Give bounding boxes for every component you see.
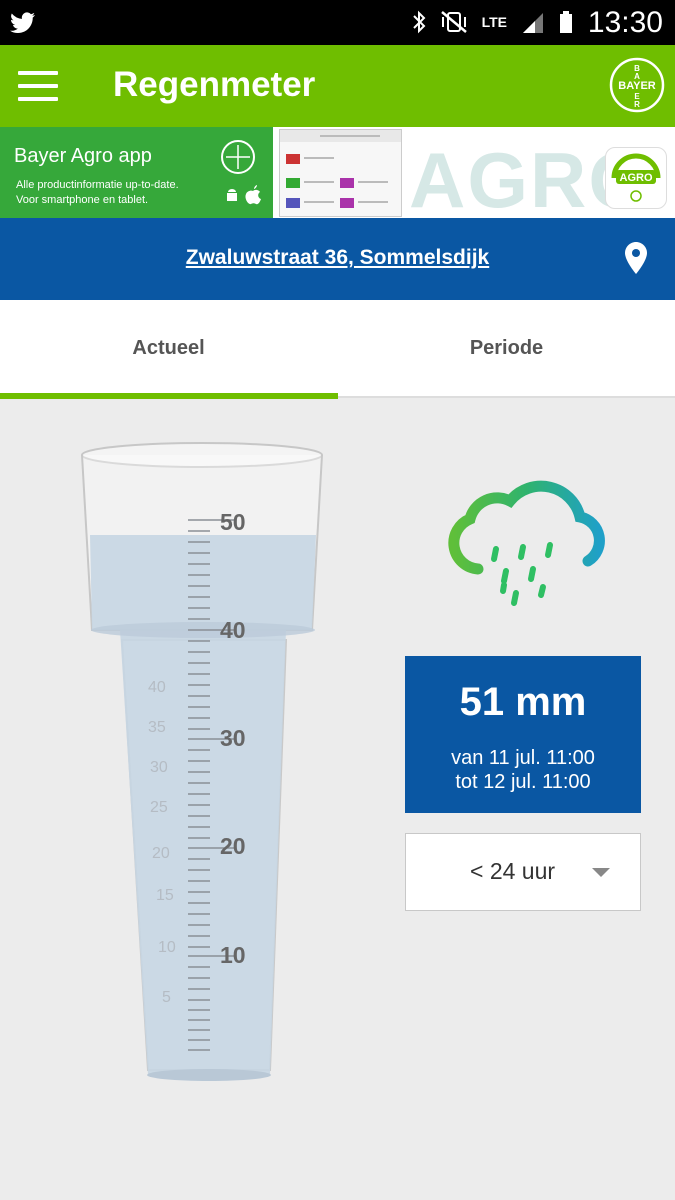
gauge-label-40: 40 xyxy=(220,617,246,643)
gauge-label-20: 20 xyxy=(220,833,246,859)
tab-actueel[interactable]: Actueel xyxy=(0,300,337,398)
svg-text:20: 20 xyxy=(152,845,170,862)
banner-ad[interactable]: Bayer Agro app Alle productinformatie up… xyxy=(0,127,675,218)
location-bar: Zwaluwstraat 36, Sommelsdijk xyxy=(0,218,675,300)
bayer-logo: BAYER B A E R xyxy=(609,57,665,113)
bayer-logo-horizontal-text: BAYER xyxy=(618,80,656,92)
network-type: LTE xyxy=(481,14,507,30)
svg-text:5: 5 xyxy=(162,989,171,1006)
apple-icon xyxy=(245,185,261,205)
banner-subtitle-2: Voor smartphone en tablet. xyxy=(16,194,149,206)
svg-text:10: 10 xyxy=(158,939,176,956)
tab-periode[interactable]: Periode xyxy=(338,300,675,398)
rain-gauge: 40 35 30 25 20 15 10 5 50 40 30 20 10 xyxy=(81,442,323,1081)
android-icon xyxy=(227,189,237,201)
rainfall-period-to: tot 12 jul. 11:00 xyxy=(455,771,591,793)
agro-app-badge: AGRO xyxy=(605,147,667,209)
hamburger-menu-icon[interactable] xyxy=(18,71,58,101)
bayer-logo-small xyxy=(221,140,255,174)
banner-agro-graphic: AGRO AGRO xyxy=(404,127,675,218)
banner-title: Bayer Agro app xyxy=(14,145,152,167)
signal-icon xyxy=(523,13,543,33)
twitter-icon xyxy=(10,12,35,34)
tab-bar: Actueel Periode xyxy=(0,300,675,398)
vibrate-mute-icon xyxy=(440,11,467,33)
active-tab-indicator xyxy=(0,393,338,399)
rainfall-period-from: van 11 jul. 11:00 xyxy=(451,747,595,769)
gauge-label-10: 10 xyxy=(220,942,246,968)
bluetooth-icon xyxy=(412,10,426,34)
gauge-label-30: 30 xyxy=(220,725,246,751)
page-title: Regenmeter xyxy=(113,65,316,104)
rainfall-value: 51 mm xyxy=(459,680,587,724)
gauge-label-50: 50 xyxy=(220,509,246,535)
svg-text:40: 40 xyxy=(148,679,166,696)
period-select[interactable]: < 24 uur xyxy=(405,833,641,911)
svg-text:AGRO: AGRO xyxy=(620,172,653,184)
svg-text:15: 15 xyxy=(156,887,174,904)
rain-cloud-icon xyxy=(448,480,605,606)
dropdown-caret-icon xyxy=(592,868,610,877)
banner-screenshot xyxy=(279,129,402,217)
period-select-value: < 24 uur xyxy=(470,858,556,884)
banner-subtitle-1: Alle productinformatie up-to-date. xyxy=(16,179,179,191)
svg-text:25: 25 xyxy=(150,799,168,816)
banner-promo: Bayer Agro app Alle productinformatie up… xyxy=(0,127,273,218)
clock: 13:30 xyxy=(587,6,663,39)
svg-text:R: R xyxy=(634,100,640,109)
svg-text:35: 35 xyxy=(148,719,166,736)
app-bar: Regenmeter BAYER B A E R xyxy=(0,45,675,127)
status-bar: LTE 13:30 xyxy=(0,0,675,45)
svg-text:30: 30 xyxy=(150,759,168,776)
svg-text:A: A xyxy=(634,72,640,81)
location-pin-icon[interactable] xyxy=(625,242,647,274)
location-address-link[interactable]: Zwaluwstraat 36, Sommelsdijk xyxy=(0,246,675,270)
rainfall-result: 51 mm van 11 jul. 11:00 tot 12 jul. 11:0… xyxy=(405,656,641,813)
battery-icon xyxy=(560,11,572,33)
